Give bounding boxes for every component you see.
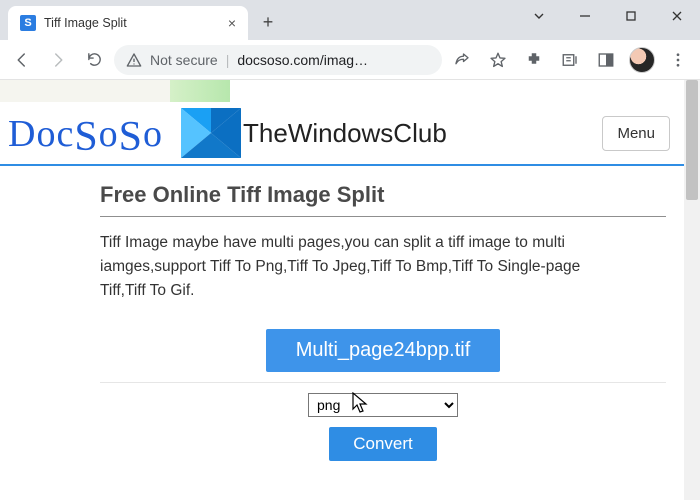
vertical-scrollbar[interactable] (684, 80, 700, 500)
reload-button[interactable] (78, 44, 110, 76)
url-text: docsoso.com/imag… (237, 52, 368, 68)
forward-button[interactable] (42, 44, 74, 76)
security-label: Not secure (150, 52, 218, 68)
brand-logo-text[interactable]: DocSoSo (8, 112, 163, 154)
browser-toolbar: Not secure | docsoso.com/imag… (0, 40, 700, 80)
window-controls (516, 0, 700, 32)
panel-icon[interactable] (590, 44, 622, 76)
page-content: DocSoSo TheWindowsClub Menu Free Online … (0, 80, 684, 500)
not-secure-icon (126, 52, 142, 68)
new-tab-button[interactable]: + (254, 8, 282, 36)
scrollbar-thumb[interactable] (686, 80, 698, 200)
tab-close-icon[interactable]: × (228, 15, 236, 31)
share-icon[interactable] (446, 44, 478, 76)
tab-title: Tiff Image Split (44, 16, 220, 30)
bookmark-star-icon[interactable] (482, 44, 514, 76)
address-bar[interactable]: Not secure | docsoso.com/imag… (114, 45, 442, 75)
selected-file-row: Multi_page24bpp.tif (100, 323, 666, 383)
header-rule (0, 164, 684, 166)
convert-button[interactable]: Convert (329, 427, 437, 461)
omnibox-divider: | (226, 52, 230, 68)
selected-file-chip[interactable]: Multi_page24bpp.tif (266, 329, 501, 372)
back-button[interactable] (6, 44, 38, 76)
page-title: Free Online Tiff Image Split (100, 182, 666, 208)
maximize-button[interactable] (608, 0, 654, 32)
tab-favicon: S (20, 15, 36, 31)
close-window-button[interactable] (654, 0, 700, 32)
twc-logo-icon (181, 108, 241, 158)
menu-button[interactable]: Menu (602, 116, 670, 151)
output-format-select[interactable]: png (308, 393, 458, 417)
site-header: DocSoSo TheWindowsClub Menu (0, 102, 684, 160)
profile-avatar[interactable] (626, 44, 658, 76)
kebab-menu-icon[interactable] (662, 44, 694, 76)
music-icon[interactable] (554, 44, 586, 76)
title-rule (100, 216, 666, 217)
ad-placeholder-strip (0, 80, 684, 102)
description-text: Tiff Image maybe have multi pages,you ca… (100, 231, 666, 303)
extensions-icon[interactable] (518, 44, 550, 76)
page-viewport: DocSoSo TheWindowsClub Menu Free Online … (0, 80, 700, 500)
chevron-down-icon[interactable] (516, 0, 562, 32)
window-titlebar: S Tiff Image Split × + (0, 0, 700, 40)
minimize-button[interactable] (562, 0, 608, 32)
browser-tab[interactable]: S Tiff Image Split × (8, 6, 248, 40)
twc-text: TheWindowsClub (243, 120, 447, 146)
twc-watermark: TheWindowsClub (181, 108, 447, 158)
